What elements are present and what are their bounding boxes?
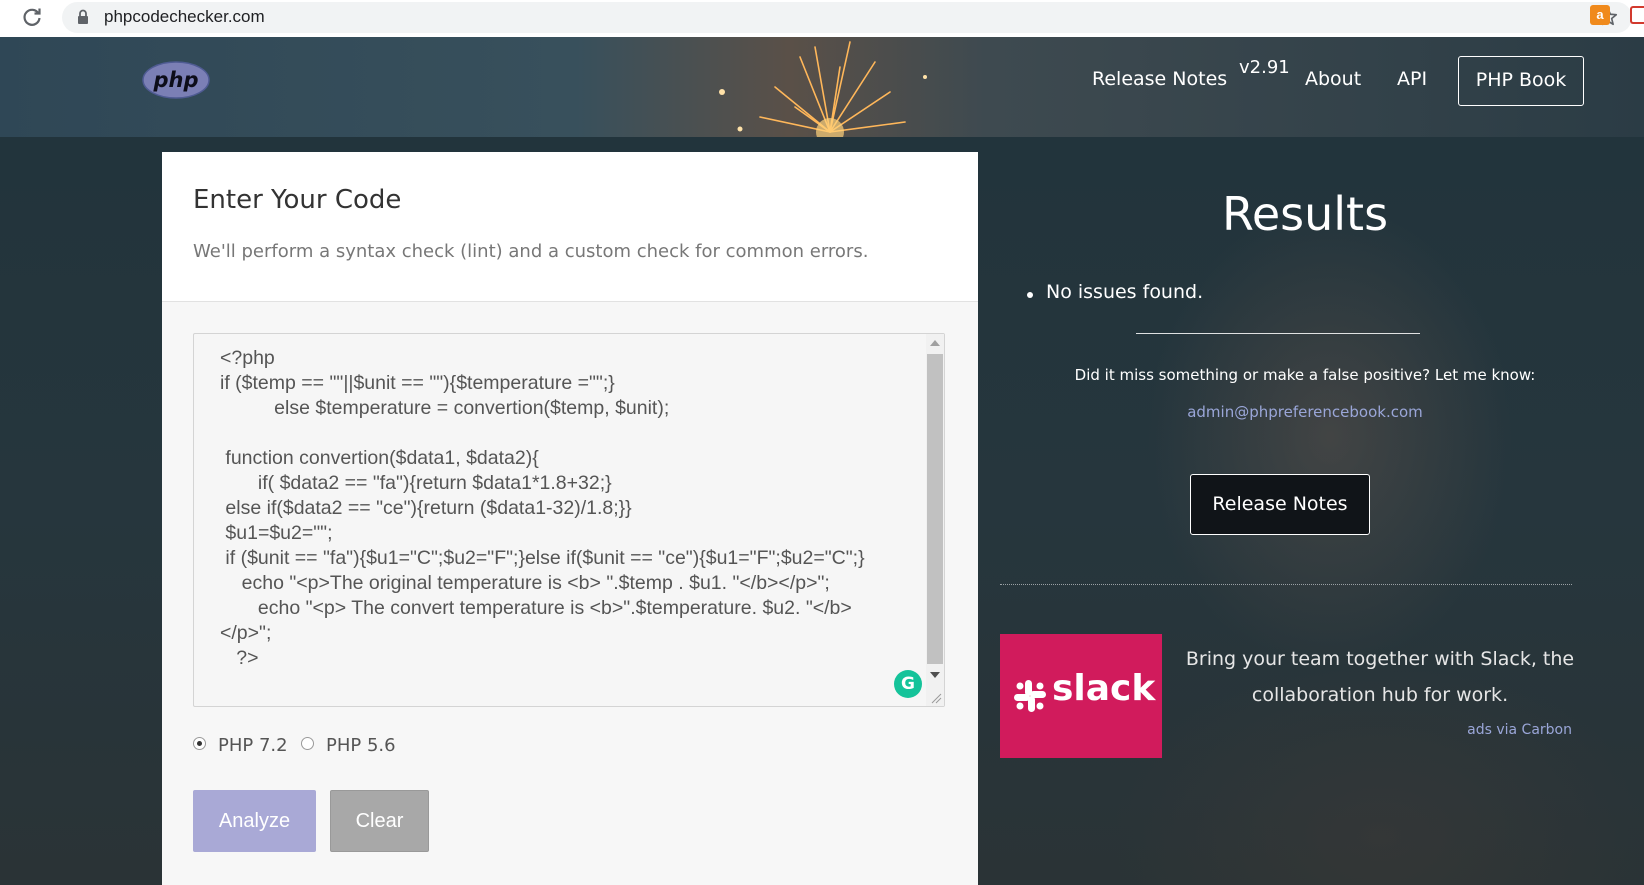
- ad-via-carbon-link[interactable]: ads via Carbon: [1430, 722, 1572, 738]
- panel-subtitle: We'll perform a syntax check (lint) and …: [193, 241, 869, 262]
- lock-icon[interactable]: [74, 8, 92, 26]
- address-bar[interactable]: phpcodechecker.com: [62, 2, 1632, 33]
- grammarly-icon[interactable]: G: [894, 670, 922, 698]
- slack-wordmark: slack: [1052, 668, 1156, 709]
- panel-header: Enter Your Code We'll perform a syntax c…: [162, 152, 978, 302]
- analyze-button[interactable]: Analyze: [193, 790, 316, 852]
- reload-icon[interactable]: [20, 5, 44, 29]
- php-logo-text: php: [152, 68, 198, 92]
- code-panel: Enter Your Code We'll perform a syntax c…: [162, 152, 978, 885]
- slack-logo-icon: [1014, 680, 1046, 712]
- section-divider: [1000, 584, 1572, 585]
- code-content[interactable]: <?php if ($temp == ""||$unit == ""){$tem…: [220, 346, 920, 671]
- code-textarea[interactable]: <?php if ($temp == ""||$unit == ""){$tem…: [193, 333, 945, 707]
- url-text[interactable]: phpcodechecker.com: [104, 7, 265, 27]
- resize-grip-icon[interactable]: [930, 692, 942, 704]
- feedback-email-link[interactable]: admin@phpreferencebook.com: [1000, 403, 1610, 421]
- results-title: Results: [1221, 187, 1389, 241]
- results-item: No issues found.: [1046, 281, 1204, 303]
- scrollbar[interactable]: [926, 334, 944, 706]
- clear-button[interactable]: Clear: [330, 790, 429, 852]
- results-divider: [1136, 333, 1420, 334]
- feedback-prompt: Did it miss something or make a false po…: [1074, 366, 1536, 384]
- nav-about[interactable]: About: [1305, 68, 1361, 90]
- radio-label-php-56[interactable]: PHP 5.6: [326, 735, 396, 756]
- extension-icon[interactable]: [1630, 6, 1644, 24]
- radio-php-72[interactable]: [193, 737, 206, 750]
- browser-toolbar: phpcodechecker.com a: [0, 0, 1644, 38]
- extension-icon[interactable]: a: [1590, 5, 1610, 25]
- php-book-button[interactable]: PHP Book: [1458, 56, 1584, 106]
- radio-php-56[interactable]: [301, 737, 314, 750]
- nav-api[interactable]: API: [1397, 68, 1427, 90]
- slack-ad-image[interactable]: slack: [1000, 634, 1162, 758]
- scroll-thumb[interactable]: [927, 354, 943, 664]
- release-notes-button[interactable]: Release Notes: [1190, 474, 1370, 535]
- scroll-up-arrow-icon[interactable]: [930, 340, 940, 346]
- version-label: v2.91: [1239, 57, 1290, 78]
- bullet-icon: [1027, 292, 1033, 298]
- site-header: php Release Notes v2.91 About API PHP Bo…: [0, 37, 1644, 137]
- panel-title: Enter Your Code: [193, 185, 402, 215]
- nav-release-notes[interactable]: Release Notes: [1092, 68, 1227, 90]
- ad-text[interactable]: Bring your team together with Slack, the…: [1182, 641, 1578, 713]
- php-logo[interactable]: php: [142, 61, 210, 99]
- scroll-down-arrow-icon[interactable]: [930, 672, 940, 678]
- radio-label-php-72[interactable]: PHP 7.2: [218, 735, 288, 756]
- sparkler-background-image: [719, 41, 927, 137]
